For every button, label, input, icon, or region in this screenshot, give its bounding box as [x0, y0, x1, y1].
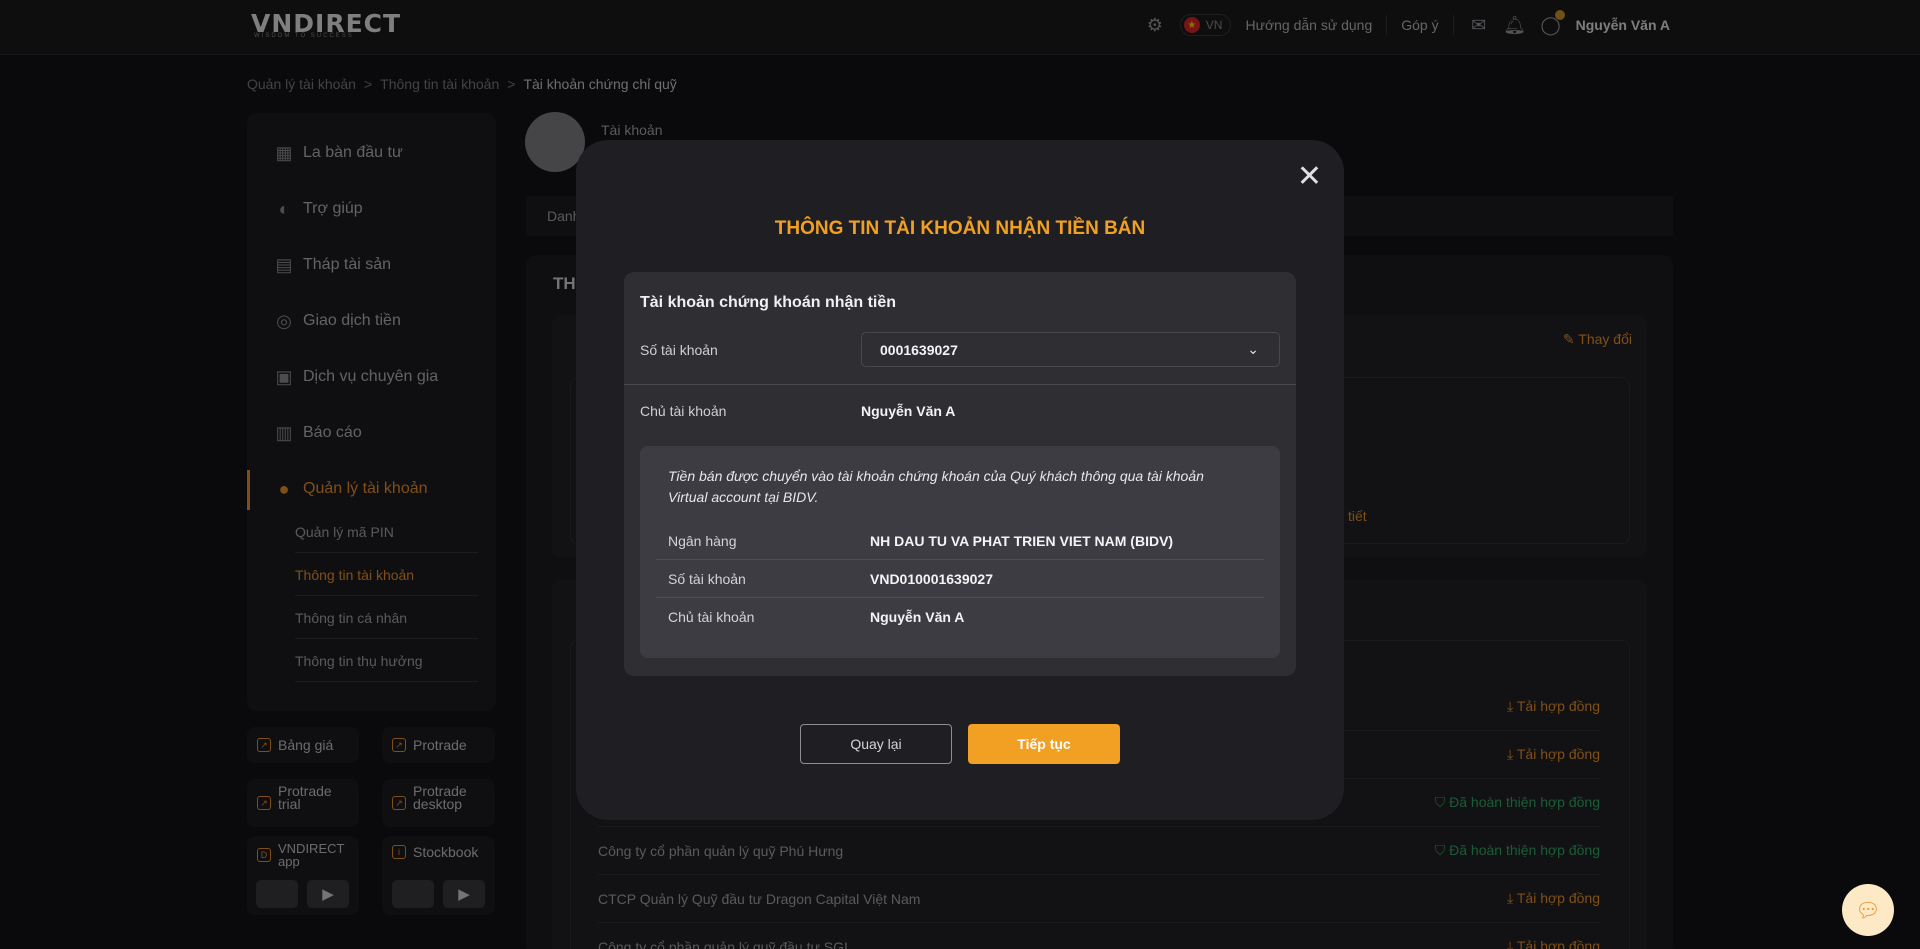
owner-label: Chủ tài khoản: [640, 403, 727, 419]
info-note: Tiền bán được chuyển vào tài khoản chứng…: [668, 468, 1204, 505]
virtual-account-value: VND010001639027: [870, 571, 993, 587]
divider: [624, 384, 1296, 385]
owner-value: Nguyễn Văn A: [861, 403, 956, 419]
virtual-owner-label: Chủ tài khoản: [668, 609, 755, 625]
bank-row: Ngân hàng NH DAU TU VA PHAT TRIEN VIET N…: [656, 522, 1264, 560]
receiving-account-modal: ✕ THÔNG TIN TÀI KHOẢN NHẬN TIỀN BÁN Tài …: [576, 140, 1344, 820]
card-title: Tài khoản chứng khoán nhận tiền: [640, 294, 897, 311]
chat-icon: 💬︎: [1855, 899, 1881, 922]
modal-title: THÔNG TIN TÀI KHOẢN NHẬN TIỀN BÁN: [774, 218, 1146, 239]
virtual-account-label: Số tài khoản: [668, 571, 746, 587]
selected-account: 0001639027: [880, 342, 958, 358]
back-button[interactable]: Quay lại: [800, 724, 952, 764]
account-number-select[interactable]: 0001639027 ⌄: [861, 332, 1280, 367]
chat-support-button[interactable]: 💬︎: [1842, 884, 1894, 936]
virtual-owner-value: Nguyễn Văn A: [870, 609, 965, 625]
bank-label: Ngân hàng: [668, 533, 737, 549]
continue-button[interactable]: Tiếp tục: [968, 724, 1120, 764]
account-number-label: Số tài khoản: [640, 342, 718, 358]
close-icon[interactable]: ✕: [1297, 162, 1322, 192]
virtual-account-row: Số tài khoản VND010001639027: [656, 560, 1264, 598]
virtual-account-info: Tiền bán được chuyển vào tài khoản chứng…: [640, 446, 1280, 658]
chevron-down-icon: ⌄: [1247, 341, 1259, 357]
virtual-owner-row: Chủ tài khoản Nguyễn Văn A: [656, 598, 1264, 636]
securities-account-card: Tài khoản chứng khoán nhận tiền Số tài k…: [624, 272, 1296, 676]
bank-value: NH DAU TU VA PHAT TRIEN VIET NAM (BIDV): [870, 533, 1174, 549]
